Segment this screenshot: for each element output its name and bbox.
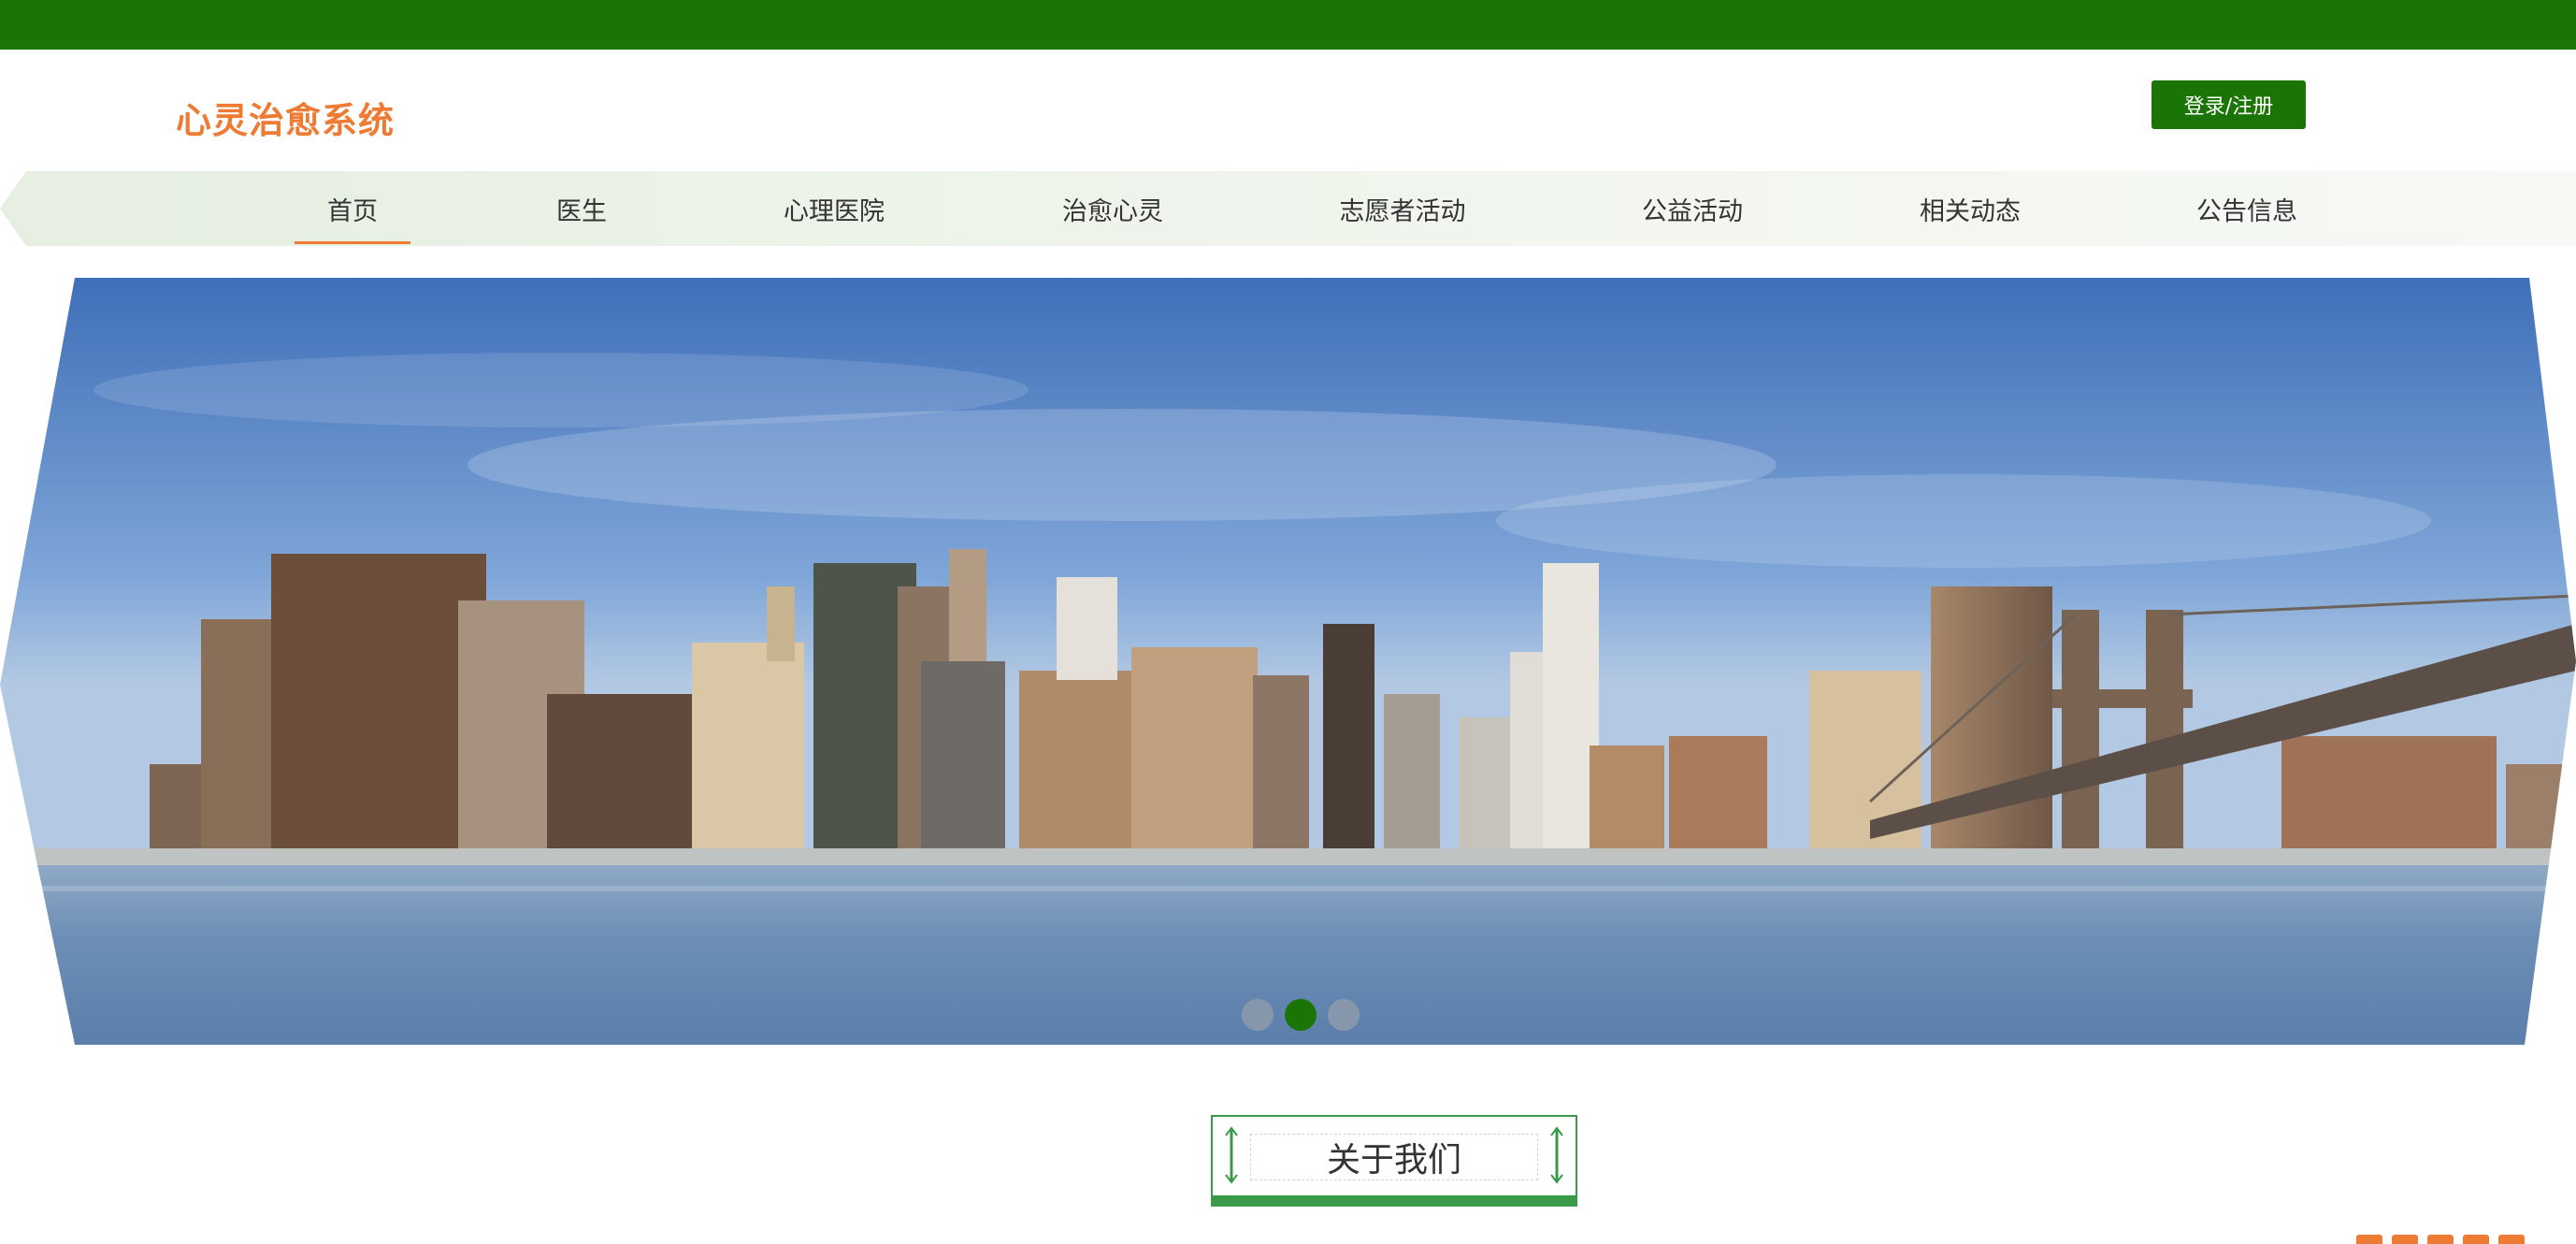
double-arrow-icon — [1225, 1126, 1238, 1184]
double-arrow-icon — [1550, 1126, 1563, 1184]
login-register-button[interactable]: 登录/注册 — [2151, 80, 2306, 129]
nav-item-healing[interactable]: 治愈心灵 — [1047, 171, 1178, 246]
carousel-dot[interactable] — [1242, 999, 1274, 1031]
city-skyline-image — [0, 278, 2576, 1045]
nav-item-notices[interactable]: 公告信息 — [2181, 171, 2312, 246]
nav-item-hospitals[interactable]: 心理医院 — [769, 171, 899, 246]
carousel-dot[interactable] — [1328, 999, 1360, 1031]
nav-item-doctors[interactable]: 医生 — [544, 171, 619, 246]
top-bar — [0, 0, 2576, 50]
floating-widget-edge[interactable] — [2356, 1235, 2576, 1244]
carousel-pagination — [1242, 999, 1363, 1031]
hero-carousel[interactable] — [0, 278, 2576, 1045]
about-underline — [1211, 1195, 1577, 1207]
about-title: 关于我们 — [1250, 1134, 1538, 1180]
carousel-dot-active[interactable] — [1285, 999, 1317, 1031]
nav-item-volunteer[interactable]: 志愿者活动 — [1323, 171, 1482, 246]
site-title[interactable]: 心灵治愈系统 — [176, 92, 395, 143]
about-section-heading: 关于我们 — [1211, 1115, 1577, 1207]
nav-item-home[interactable]: 首页 — [295, 171, 410, 246]
nav-item-news[interactable]: 相关动态 — [1905, 171, 2036, 246]
nav-item-charity[interactable]: 公益活动 — [1627, 171, 1758, 246]
main-nav: 首页 医生 心理医院 治愈心灵 志愿者活动 公益活动 相关动态 公告信息 — [0, 171, 2576, 246]
